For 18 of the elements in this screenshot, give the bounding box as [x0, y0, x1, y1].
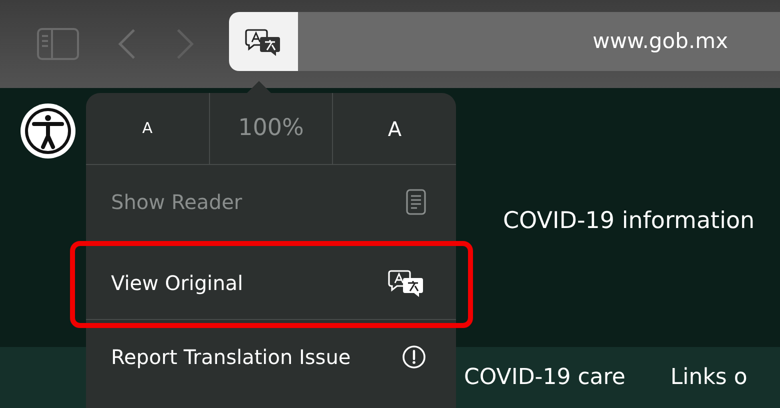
address-bar[interactable]: www.gob.mx	[298, 12, 780, 71]
page-heading: COVID-19 information	[503, 207, 755, 236]
zoom-level: 100%	[210, 93, 334, 164]
forward-icon[interactable]	[175, 28, 195, 60]
menu-item[interactable]: Report Translation Issue	[86, 320, 456, 393]
exclamation-icon	[402, 344, 426, 368]
accessibility-icon[interactable]	[19, 102, 77, 160]
sidebar-icon[interactable]	[37, 28, 79, 60]
menu-item[interactable]: View Original	[86, 247, 456, 320]
translate-icon	[244, 26, 282, 56]
translate-icon	[388, 268, 426, 298]
nav-link[interactable]: Links o	[670, 361, 748, 394]
translate-button[interactable]	[229, 12, 298, 71]
nav-link[interactable]: COVID-19 care	[464, 361, 626, 394]
increase-text-button[interactable]: A	[333, 93, 456, 164]
decrease-text-button[interactable]: A	[86, 93, 210, 164]
document-icon	[406, 188, 426, 214]
back-icon[interactable]	[117, 28, 137, 60]
